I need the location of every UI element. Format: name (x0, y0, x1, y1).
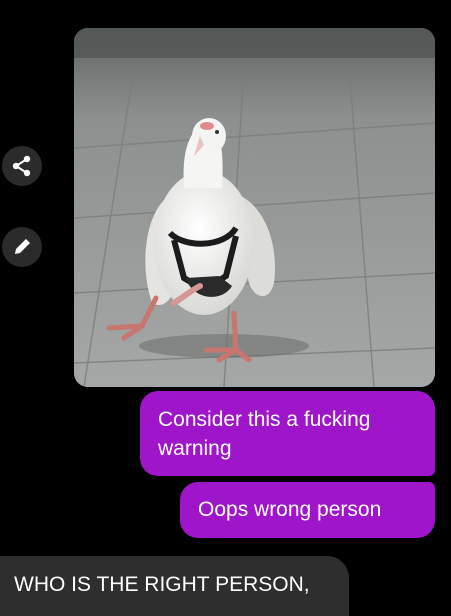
sent-message[interactable]: Consider this a fucking warning (140, 391, 435, 476)
pigeon-photo (74, 28, 435, 387)
message-text: Consider this a fucking warning (158, 408, 371, 460)
share-icon (12, 155, 31, 177)
pencil-icon (15, 239, 30, 254)
message-text: Oops wrong person (198, 498, 382, 521)
message-text: WHO IS THE RIGHT PERSON, (14, 573, 310, 596)
chat-thread: Consider this a fucking warning Oops wro… (0, 0, 451, 616)
edit-button[interactable] (2, 227, 42, 267)
photo-message[interactable] (74, 28, 435, 387)
share-button[interactable] (2, 146, 42, 186)
sent-message[interactable]: Oops wrong person (180, 482, 435, 538)
received-message[interactable]: WHO IS THE RIGHT PERSON, (0, 556, 349, 616)
